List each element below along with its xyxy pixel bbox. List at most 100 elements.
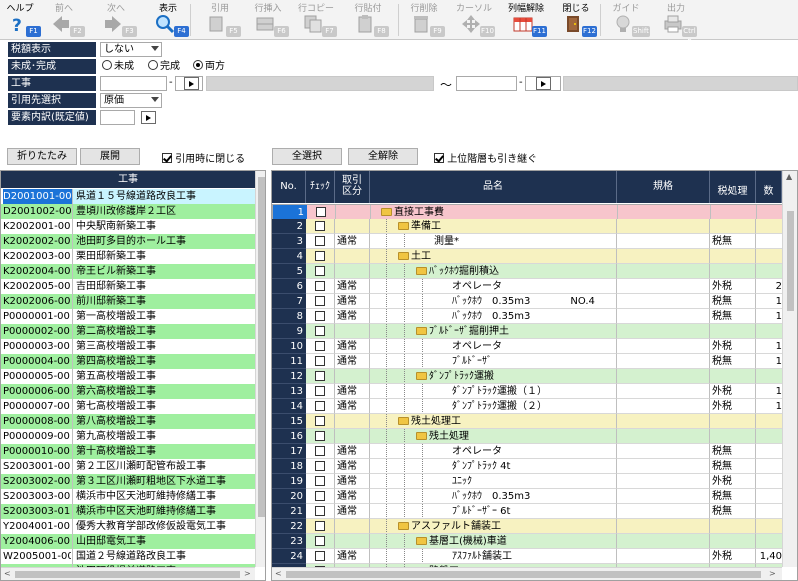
checkbox-icon[interactable] [315,446,325,456]
row-check-cell[interactable] [306,264,335,279]
row-check-cell[interactable] [306,369,335,384]
checkbox-icon[interactable] [315,236,325,246]
grid-row[interactable]: 17 通常 オペレータ 税無 [272,444,782,459]
grid-row[interactable]: 13 通常 ﾀﾞﾝﾌﾟﾄﾗｯｸ運搬（１） 外税 1 [272,384,782,399]
row-check-cell[interactable] [306,324,335,339]
grid-row[interactable]: 2 準備工 [272,219,782,234]
row-check-cell[interactable] [306,504,335,519]
checkbox-icon[interactable] [315,356,325,366]
work-list-item[interactable]: K2002005-00 吉田邸新築工事 [1,279,255,294]
grid-row[interactable]: 11 通常 ﾌﾞﾙﾄﾞｰｻﾞ 税無 1 [272,354,782,369]
checkbox-icon[interactable] [316,207,326,217]
work-list-item[interactable]: Y2004006-00 山田邸電気工事 [1,534,255,549]
checkbox-icon[interactable] [315,221,325,231]
checkbox-icon[interactable] [315,536,325,546]
deselect-all-button[interactable]: 全解除 [348,148,418,165]
work-list-item[interactable]: P0000006-00 第六高校増設工事 [1,384,255,399]
scroll-right-icon[interactable]: > [244,569,251,578]
folder-icon[interactable] [416,327,427,335]
scroll-left-icon[interactable]: < [4,569,11,578]
work-to-code-input[interactable] [456,76,517,91]
checkbox-icon[interactable] [315,491,325,501]
toolbar-button-f6[interactable]: 行挿入 F6 [248,0,289,40]
grid-horizontal-scrollbar[interactable]: < > [272,567,782,580]
expand-button[interactable]: 展開 [80,148,140,165]
row-check-cell[interactable] [306,429,335,444]
work-list-item[interactable]: D2001002-00 豊頃川改修護岸２工区 [1,204,255,219]
scroll-right-icon[interactable]: > [769,569,776,578]
work-list-item[interactable]: S2003001-00 第２工区川瀬町配管布設工事 [1,459,255,474]
work-list-item[interactable]: P0000005-00 第五高校増設工事 [1,369,255,384]
folder-icon[interactable] [398,522,409,530]
work-list-horizontal-scrollbar[interactable]: < > [1,567,255,580]
checkbox-icon[interactable] [315,416,325,426]
grid-row[interactable]: 18 通常 ﾀﾞﾝﾌﾟﾄﾗｯｸ 4t 税無 [272,459,782,474]
row-check-cell[interactable] [306,459,335,474]
row-check-cell[interactable] [306,414,335,429]
grid-row[interactable]: 14 通常 ﾀﾞﾝﾌﾟﾄﾗｯｸ運搬（２） 外税 1 [272,399,782,414]
row-check-cell[interactable] [306,384,335,399]
row-check-cell[interactable] [306,474,335,489]
work-list-item[interactable]: W2005001-00 国道２号線道路改良工事 [1,549,255,564]
work-list-item[interactable]: K2002001-00 中央駅南新築工事 [1,219,255,234]
tax-display-select[interactable]: しない [100,42,162,57]
toolbar-button-f10[interactable]: カーソル F10 [454,0,495,40]
checkbox-icon[interactable] [315,341,325,351]
element-lookup-button[interactable] [141,111,156,124]
checkbox-icon[interactable] [315,326,325,336]
folder-icon[interactable] [416,267,427,275]
close-on-quote-option[interactable]: 引用時に閉じる [162,150,245,165]
grid-row[interactable]: 9 ﾌﾞﾙﾄﾞｰｻﾞ掘削押土 [272,324,782,339]
collapse-button[interactable]: 折りたたみ [7,148,77,165]
row-check-cell[interactable] [306,489,335,504]
source-select[interactable]: 原価 [100,93,162,108]
grid-vertical-scrollbar[interactable]: ▲ [782,171,797,567]
toolbar-button-f8[interactable]: 行貼付 F8 [348,0,389,40]
checkbox-icon[interactable] [315,551,325,561]
folder-icon[interactable] [416,432,427,440]
grid-row[interactable]: 5 ﾊﾞｯｸﾎｳ掘削積込 [272,264,782,279]
scroll-left-icon[interactable]: < [275,569,282,578]
toolbar-button-f5[interactable]: 引用 F5 [200,0,241,40]
grid-row[interactable]: 21 通常 ﾌﾞﾙﾄﾞｰｻﾞｰ 6t 税無 [272,504,782,519]
toolbar-button-ctrl-p[interactable]: 出力 Ctrl P [656,0,697,46]
work-list-item[interactable]: S2003003-00 横浜市中区天池町維持修繕工事 [1,489,255,504]
work-from-code-input[interactable] [100,76,167,91]
work-list-item[interactable]: P0000009-00 第九高校増設工事 [1,429,255,444]
grid-row[interactable]: 6 通常 オペレータ 外税 2 [272,279,782,294]
grid-row[interactable]: 24 通常 ｱｽﾌｧﾙﾄ舗装工 外税 1,40 [272,549,782,564]
grid-row[interactable]: 8 通常 ﾊﾞｯｸﾎｳ 0.35m3 税無 1 [272,309,782,324]
grid-row[interactable]: 4 土工 [272,249,782,264]
row-check-cell[interactable] [306,399,335,414]
work-list-item[interactable]: K2002006-00 前川邸新築工事 [1,294,255,309]
work-list-item[interactable]: S2003003-01 横浜市中区天池町維持修繕工事 [1,504,255,519]
checkbox-icon[interactable] [315,251,325,261]
toolbar-button-f9[interactable]: 行削除 F9 [404,0,445,40]
row-check-cell[interactable] [306,339,335,354]
grid-row[interactable]: 10 通常 オペレータ 外税 1 [272,339,782,354]
toolbar-button-f11[interactable]: 列幅解除 F11 [506,0,547,40]
grid-row[interactable]: 1 直接工事費 [272,204,783,220]
row-check-cell[interactable] [306,534,335,549]
grid-row[interactable]: 7 通常 ﾊﾞｯｸﾎｳ 0.35m3 NO.4 税無 1 [272,294,782,309]
folder-icon[interactable] [398,222,409,230]
select-all-button[interactable]: 全選択 [272,148,342,165]
checkbox-icon[interactable] [315,386,325,396]
radio-incomplete[interactable]: 未成 [102,60,134,73]
grid-row[interactable]: 20 通常 ﾊﾞｯｸﾎｳ 0.35m3 税無 [272,489,782,504]
work-list-item[interactable]: P0000001-00 第一高校増設工事 [1,309,255,324]
row-check-cell[interactable] [306,249,335,264]
work-list-item[interactable]: K2002004-00 帝王ビル新築工事 [1,264,255,279]
toolbar-button-f1[interactable]: ヘルプ? F1 [0,0,41,40]
element-input[interactable] [100,110,135,125]
work-list-item[interactable]: Y2004001-00 優秀大教育学部改修仮設電気工事 [1,519,255,534]
work-list-item[interactable]: P0000003-00 第三高校増設工事 [1,339,255,354]
work-from-lookup-button[interactable] [184,77,199,90]
work-list-item[interactable]: K2002002-00 池田町多目的ホール工事 [1,234,255,249]
checkbox-icon[interactable] [315,371,325,381]
folder-icon[interactable] [398,417,409,425]
work-to-lookup-button[interactable] [536,77,551,90]
checkbox-icon[interactable] [315,281,325,291]
work-list-item[interactable]: P0000002-00 第二高校増設工事 [1,324,255,339]
grid-row[interactable]: 15 残土処理工 [272,414,782,429]
